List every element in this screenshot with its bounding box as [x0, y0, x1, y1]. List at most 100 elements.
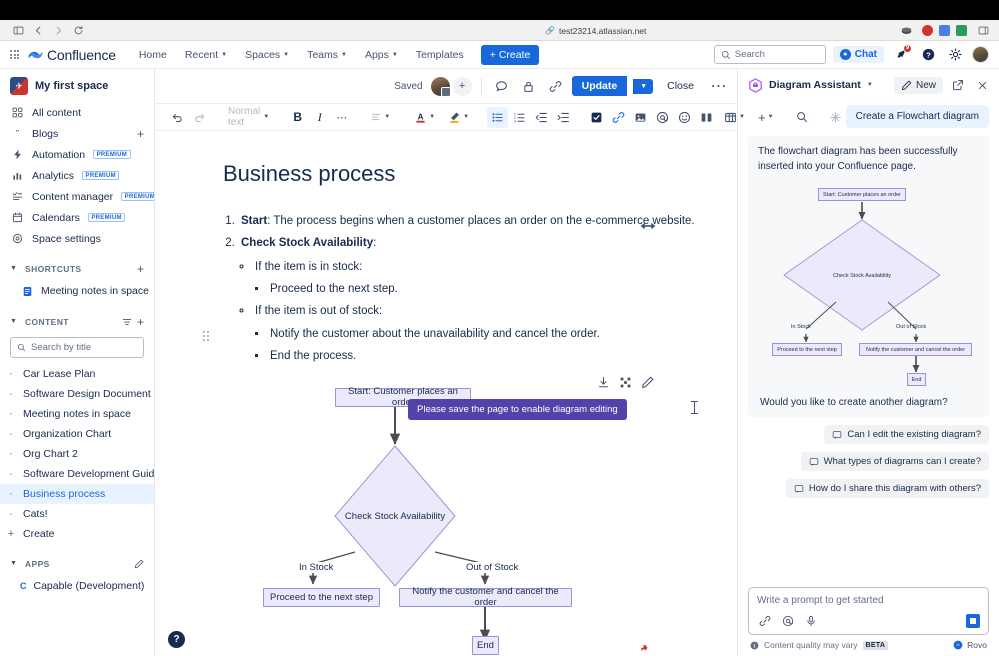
- send-button[interactable]: [966, 614, 980, 628]
- shortcut-item-meeting-notes[interactable]: Meeting notes in space: [0, 280, 154, 302]
- suggestion-share-diagram[interactable]: How do I share this diagram with others?: [785, 479, 989, 498]
- copy-link-icon[interactable]: [545, 76, 566, 97]
- prompt-input[interactable]: Write a prompt to get started: [748, 587, 989, 635]
- insert-image-button[interactable]: [630, 107, 651, 128]
- reload-icon[interactable]: [68, 22, 88, 38]
- back-arrow-icon[interactable]: [28, 22, 48, 38]
- bold-button[interactable]: B: [287, 107, 308, 128]
- mention-icon[interactable]: [780, 613, 796, 629]
- flowchart-diagram[interactable]: Please save the page to enable diagram e…: [210, 374, 697, 656]
- page-item-cats[interactable]: · Cats!: [0, 504, 154, 524]
- close-panel-icon[interactable]: [973, 76, 991, 94]
- new-conversation-button[interactable]: New: [893, 76, 943, 94]
- suggestion-diagram-types[interactable]: What types of diagrams can I create?: [800, 452, 989, 471]
- user-avatar[interactable]: [972, 46, 989, 63]
- sidebar-item-blogs[interactable]: ” Blogs +: [0, 123, 154, 144]
- app-item-capable[interactable]: C Capable (Development): [0, 575, 154, 596]
- text-style-dropdown[interactable]: Normal text ▼: [222, 106, 275, 128]
- page-item-meeting-notes-in-space[interactable]: · Meeting notes in space: [0, 404, 154, 424]
- chevron-down-icon[interactable]: ▼: [6, 314, 21, 329]
- update-dropdown-button[interactable]: ▼: [633, 78, 654, 94]
- sidebar-item-all-content[interactable]: All content: [0, 102, 154, 123]
- content-search-input[interactable]: Search by title: [10, 337, 144, 358]
- page-item-organization-chart[interactable]: · Organization Chart: [0, 424, 154, 444]
- update-button[interactable]: Update: [571, 76, 628, 96]
- page-item-org-chart-2[interactable]: · Org Chart 2: [0, 444, 154, 464]
- nav-item-recent[interactable]: Recent ▼: [178, 46, 234, 64]
- chevron-down-icon[interactable]: ▼: [6, 556, 21, 571]
- chat-button[interactable]: ● Chat: [832, 46, 884, 63]
- mention-button[interactable]: [652, 107, 673, 128]
- edit-pencil-icon[interactable]: [134, 559, 144, 569]
- close-button[interactable]: Close: [659, 76, 702, 96]
- extension-blue-icon[interactable]: [939, 25, 950, 36]
- table-dropdown[interactable]: ▼: [718, 107, 751, 128]
- document-canvas[interactable]: Business process Start: The process begi…: [155, 131, 737, 656]
- attach-link-icon[interactable]: [757, 613, 773, 629]
- layouts-button[interactable]: [696, 107, 717, 128]
- microphone-icon[interactable]: [803, 613, 819, 629]
- nav-item-home[interactable]: Home: [132, 46, 174, 64]
- numbered-list-button[interactable]: 123: [509, 107, 530, 128]
- chevron-down-icon[interactable]: ▼: [867, 82, 873, 88]
- open-in-new-tab-icon[interactable]: [949, 76, 967, 94]
- create-button[interactable]: + Create: [480, 44, 540, 65]
- sidebar-toggle-icon[interactable]: [8, 22, 28, 38]
- comment-icon[interactable]: [491, 76, 512, 97]
- address-bar[interactable]: 🔗 test23214.atlassian.net: [545, 20, 646, 41]
- sidebar-item-calendars[interactable]: Calendars PREMIUM: [0, 207, 154, 228]
- edit-diagram-icon[interactable]: [641, 376, 655, 390]
- fullscreen-icon[interactable]: [619, 376, 633, 390]
- assistant-flowchart-preview[interactable]: Check Stock Availability Start: Customer…: [758, 182, 979, 387]
- drag-handle[interactable]: [203, 331, 209, 341]
- more-text-formatting-icon[interactable]: ⋯: [331, 107, 352, 128]
- emoji-button[interactable]: [674, 107, 695, 128]
- sidebar-create-page-button[interactable]: + Create: [0, 524, 154, 544]
- invite-button[interactable]: +: [452, 76, 472, 96]
- help-button[interactable]: ?: [918, 45, 938, 65]
- undo-icon[interactable]: [167, 107, 188, 128]
- nav-item-spaces[interactable]: Spaces ▼: [238, 46, 296, 64]
- add-shortcut-icon[interactable]: +: [137, 263, 144, 275]
- action-item-button[interactable]: [586, 107, 607, 128]
- insert-more-dropdown[interactable]: + ▼: [752, 107, 780, 128]
- extension-cookie-icon[interactable]: [896, 23, 916, 39]
- download-icon[interactable]: [597, 376, 611, 390]
- page-item-car-lease-plan[interactable]: · Car Lease Plan: [0, 364, 154, 384]
- extension-green-icon[interactable]: [956, 25, 967, 36]
- collaborator-avatar[interactable]: [430, 76, 451, 97]
- text-color-dropdown[interactable]: A ▼: [408, 107, 441, 128]
- page-item-software-development-guide[interactable]: · Software Development Guide: [0, 464, 154, 484]
- settings-button[interactable]: [945, 45, 965, 65]
- redo-icon[interactable]: [189, 107, 210, 128]
- text-align-dropdown[interactable]: ▼: [364, 107, 396, 128]
- add-blog-icon[interactable]: +: [137, 128, 144, 140]
- indent-button[interactable]: [553, 107, 574, 128]
- sidebar-item-content-manager[interactable]: Content manager PREMIUM: [0, 186, 154, 207]
- highlight-color-dropdown[interactable]: ▼: [442, 107, 475, 128]
- sidebar-item-space-settings[interactable]: Space settings: [0, 228, 154, 249]
- width-resize-handle[interactable]: [639, 221, 657, 231]
- more-options-icon[interactable]: ⋯: [708, 76, 729, 97]
- extensions-menu-icon[interactable]: [973, 23, 993, 39]
- insert-link-button[interactable]: [608, 107, 629, 128]
- italic-button[interactable]: I: [309, 107, 330, 128]
- add-content-icon[interactable]: +: [137, 316, 144, 328]
- page-item-business-process[interactable]: · Business process: [0, 484, 154, 504]
- nav-item-apps[interactable]: Apps ▼: [358, 46, 405, 64]
- forward-arrow-icon[interactable]: [48, 22, 68, 38]
- extension-shield-icon[interactable]: [922, 25, 933, 36]
- filter-icon[interactable]: [122, 317, 132, 327]
- sidebar-item-automation[interactable]: Automation PREMIUM: [0, 144, 154, 165]
- outdent-button[interactable]: [531, 107, 552, 128]
- nav-item-templates[interactable]: Templates: [409, 46, 471, 64]
- bulleted-list-button[interactable]: [487, 106, 509, 128]
- help-fab-button[interactable]: ?: [168, 631, 185, 648]
- confluence-logo[interactable]: Confluence: [28, 47, 116, 63]
- global-search-input[interactable]: Search: [713, 45, 826, 64]
- app-switcher-icon[interactable]: [10, 50, 19, 59]
- restrictions-lock-icon[interactable]: [518, 76, 539, 97]
- page-item-software-design-document[interactable]: · Software Design Document: [0, 384, 154, 404]
- notifications-button[interactable]: 9: [891, 43, 912, 65]
- space-header[interactable]: ✈ My first space: [0, 69, 154, 102]
